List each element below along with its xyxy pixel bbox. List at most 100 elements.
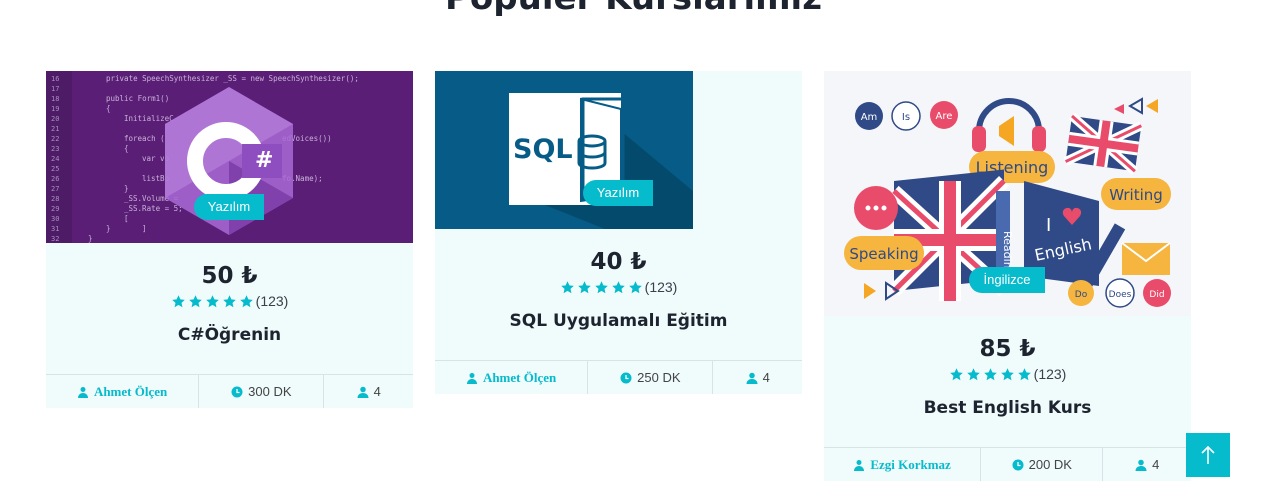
star-icon [171, 294, 185, 307]
course-rating: (123) [46, 293, 413, 309]
duration: 250 DK [588, 361, 714, 394]
svg-text:29: 29 [51, 205, 59, 213]
star-icon [611, 280, 625, 293]
rating-count: (123) [255, 293, 289, 309]
back-to-top-button[interactable] [1186, 433, 1230, 477]
category-badge: Yazılım [583, 180, 653, 206]
svg-text:{: { [106, 104, 111, 113]
user-icon [1135, 459, 1147, 471]
star-icon [188, 294, 202, 307]
star-icon [949, 367, 963, 380]
course-rating: (123) [435, 279, 802, 295]
code-line: private SpeechSynthesizer _SS = new Spee… [106, 74, 359, 83]
students-count: 4 [762, 370, 770, 385]
star-icon [983, 367, 997, 380]
course-price: 85 ₺ [979, 336, 1036, 362]
svg-text:InitializeC: InitializeC [124, 114, 174, 123]
svg-text:18: 18 [51, 95, 59, 103]
rating-count: (123) [1033, 366, 1067, 382]
svg-text:}: } [88, 234, 93, 243]
svg-text:30: 30 [51, 215, 59, 223]
svg-text:27: 27 [51, 185, 59, 193]
students-count: 4 [1152, 457, 1160, 472]
svg-text:_SS.Rate = 5;: _SS.Rate = 5; [124, 204, 183, 213]
duration: 300 DK [199, 375, 325, 408]
svg-text:Are: Are [936, 111, 953, 122]
svg-text:22: 22 [51, 135, 59, 143]
user-tie-icon [77, 386, 88, 398]
star-icon [239, 294, 253, 307]
user-tie-icon [854, 459, 865, 471]
instructor[interactable]: Ezgi Korkmaz [824, 448, 982, 481]
course-image-csharp[interactable]: 16 17 18 19 20 21 22 23 24 25 26 27 28 29 30 31 32 p… [46, 71, 413, 243]
user-icon [357, 386, 369, 398]
svg-text:]: ] [142, 224, 147, 233]
duration: 200 DK [981, 448, 1104, 481]
students: 4 [713, 361, 802, 394]
svg-text:Do: Do [1075, 290, 1088, 300]
svg-text:Is: Is [902, 112, 910, 123]
star-icon [1017, 367, 1031, 380]
svg-text:[: [ [124, 214, 129, 223]
star-icon [222, 294, 236, 307]
course-image-sql[interactable]: SQL Yazılım [435, 71, 693, 229]
category-badge: İngilizce [969, 267, 1045, 293]
svg-text:19: 19 [51, 105, 59, 113]
svg-text:23: 23 [51, 145, 59, 153]
course-meta: Ahmet Ölçen 300 DK 4 [46, 374, 413, 408]
svg-text:17: 17 [51, 85, 59, 93]
svg-text:21: 21 [51, 125, 59, 133]
instructor-name[interactable]: Ahmet Ölçen [483, 370, 556, 386]
star-icon [628, 280, 642, 293]
svg-text:#: # [255, 148, 273, 173]
svg-text:I: I [1046, 215, 1051, 236]
course-meta: Ezgi Korkmaz 200 DK 4 [824, 447, 1191, 481]
svg-text:20: 20 [51, 115, 59, 123]
svg-text:}: } [124, 184, 129, 193]
star-icon [966, 367, 980, 380]
svg-text:25: 25 [51, 165, 59, 173]
svg-text:26: 26 [51, 175, 59, 183]
svg-text:Does: Does [1109, 290, 1132, 300]
instructor[interactable]: Ahmet Ölçen [46, 375, 200, 408]
svg-text:}: } [106, 224, 111, 233]
course-card-csharp[interactable]: 16 17 18 19 20 21 22 23 24 25 26 27 28 29 30 31 32 p… [46, 71, 413, 408]
section-title: Populer Kurslarımız [0, 0, 1267, 18]
instructor-name[interactable]: Ahmet Ölçen [94, 384, 167, 400]
course-price: 50 ₺ [201, 263, 258, 289]
user-icon [746, 372, 758, 384]
rating-count: (123) [644, 279, 678, 295]
duration-value: 300 DK [248, 384, 292, 399]
sql-logo-text: SQL [513, 134, 573, 165]
course-rating: (123) [824, 366, 1191, 382]
star-icon [594, 280, 608, 293]
svg-text:foreach (: foreach ( [124, 134, 165, 143]
svg-text:31: 31 [51, 225, 59, 233]
svg-text:public Form1(): public Form1() [106, 94, 169, 103]
svg-text:Did: Did [1149, 290, 1164, 300]
course-image-english[interactable]: Am Is Are Listening Reading I English Wr… [824, 71, 1191, 316]
clock-icon [620, 372, 632, 383]
course-meta: Ahmet Ölçen 250 DK 4 [435, 360, 802, 394]
course-card-english[interactable]: Am Is Are Listening Reading I English Wr… [824, 71, 1191, 481]
course-card-sql[interactable]: SQL Yazılım 40 ₺ (123) SQL Uygulamalı Eğ… [435, 71, 802, 394]
star-icon [577, 280, 591, 293]
course-title[interactable]: Best English Kurs [824, 398, 1191, 418]
svg-text:Writing: Writing [1109, 186, 1163, 204]
duration-value: 250 DK [637, 370, 681, 385]
star-icon [205, 294, 219, 307]
svg-text:{: { [124, 144, 129, 153]
arrow-up-icon [1201, 445, 1215, 464]
students: 4 [1103, 448, 1191, 481]
course-title[interactable]: C#Öğrenin [46, 325, 413, 345]
clock-icon [1012, 459, 1024, 470]
instructor-name[interactable]: Ezgi Korkmaz [870, 457, 951, 473]
svg-text:28: 28 [51, 195, 59, 203]
students: 4 [324, 375, 413, 408]
user-tie-icon [466, 372, 477, 384]
course-title[interactable]: SQL Uygulamalı Eğitim [435, 311, 802, 331]
instructor[interactable]: Ahmet Ölçen [435, 361, 589, 394]
svg-text:24: 24 [51, 155, 59, 163]
svg-text:Am: Am [861, 112, 878, 123]
duration-value: 200 DK [1028, 457, 1072, 472]
